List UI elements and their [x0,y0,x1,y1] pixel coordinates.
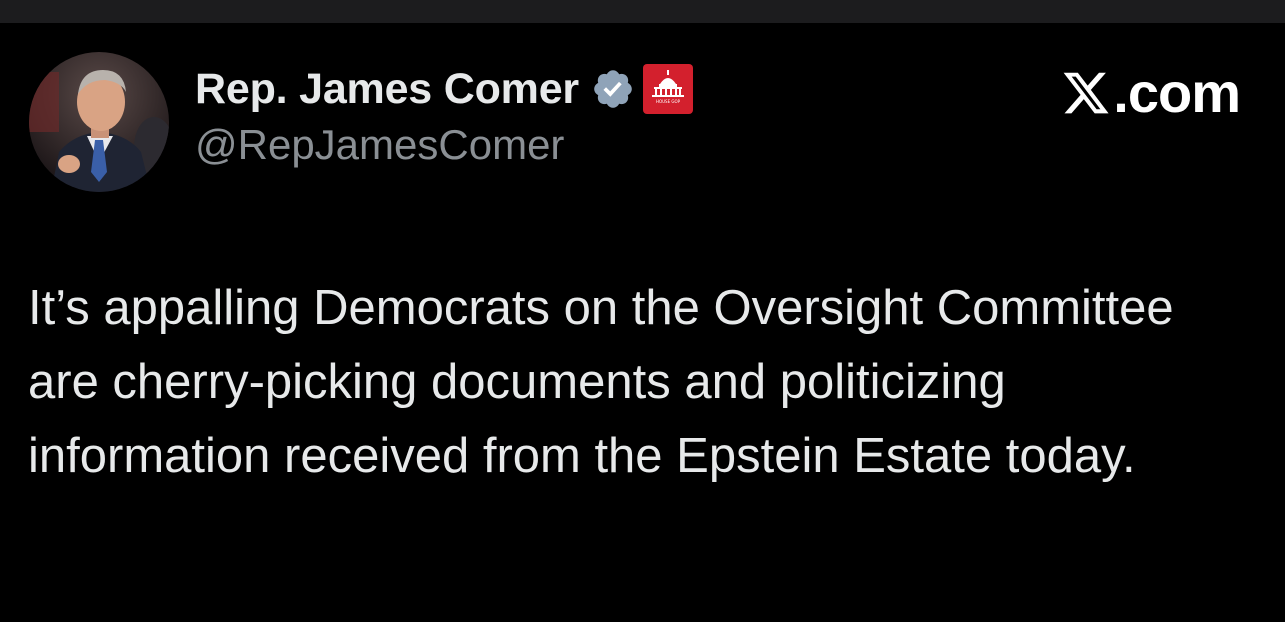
name-row: Rep. James Comer HOUSE GOP [195,61,693,117]
top-bar [0,0,1285,23]
brand-text: .com [1113,61,1241,124]
brand-watermark: .com [1061,61,1241,124]
avatar[interactable] [29,52,169,192]
x-logo-icon [1061,68,1111,118]
house-gop-capitol-icon[interactable]: HOUSE GOP [642,64,693,114]
verified-badge-icon[interactable] [591,67,635,111]
avatar-photo [29,52,169,192]
tweet-card: Rep. James Comer HOUSE GOP @RepJamesCome… [0,23,1285,622]
tweet-text: It’s appalling Democrats on the Oversigh… [28,281,1174,483]
author-block: Rep. James Comer HOUSE GOP @RepJamesCome… [195,61,693,169]
author-display-name[interactable]: Rep. James Comer [195,65,579,114]
author-handle[interactable]: @RepJamesComer [195,121,693,169]
affiliation-badge-text: HOUSE GOP [656,99,681,104]
